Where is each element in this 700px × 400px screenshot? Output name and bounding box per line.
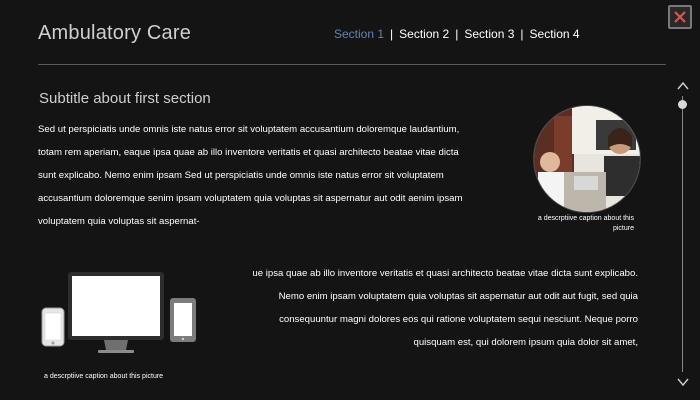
close-button[interactable] [668,5,692,29]
devices-image [40,270,198,366]
scroll-down-button[interactable] [676,376,690,388]
body-paragraph-2: ue ipsa quae ab illo inventore veritatis… [252,268,638,348]
body-paragraph-1: Sed ut perspiciatis unde omnis iste natu… [38,124,463,227]
chevron-down-icon [677,378,689,387]
section-nav: Section 1 | Section 2 | Section 3 | Section 4 [334,27,580,41]
tab-section-3[interactable]: Section 3 [464,27,514,41]
chevron-up-icon [677,81,689,90]
tab-section-1[interactable]: Section 1 [334,27,384,41]
page-title: Ambulatory Care [38,22,192,44]
nav-separator: | [390,27,394,41]
nav-separator: | [520,27,524,41]
nav-separator: | [455,27,459,41]
devices-caption: a descrptiive caption about this picture [44,373,164,380]
scroll-up-button[interactable] [676,80,690,92]
tab-section-4[interactable]: Section 4 [530,27,580,41]
scrollbar-thumb[interactable] [678,100,687,109]
header-divider [38,64,666,65]
photo-caption: a descrptiive caption about this picture [537,215,634,232]
office-photo [533,105,641,213]
section-subtitle: Subtitle about first section [39,90,211,107]
tab-section-2[interactable]: Section 2 [399,27,449,41]
scrollbar-track[interactable] [682,96,683,372]
close-icon [674,11,686,23]
